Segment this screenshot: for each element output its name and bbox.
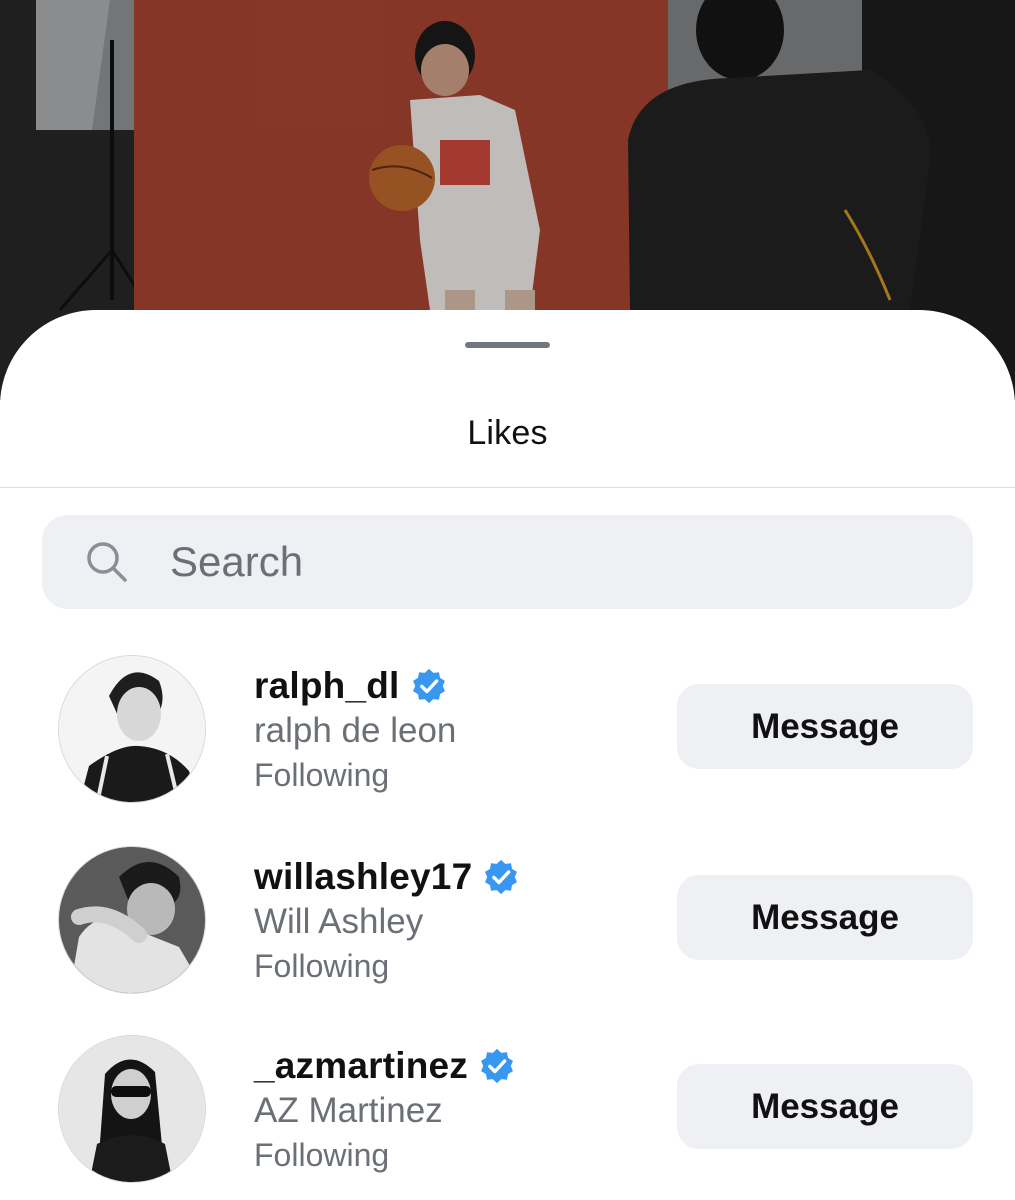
avatar[interactable] xyxy=(58,846,206,994)
username[interactable]: willashley17 xyxy=(254,856,472,898)
message-button[interactable]: Message xyxy=(677,875,973,960)
message-button[interactable]: Message xyxy=(677,684,973,769)
full-name: AZ Martinez xyxy=(254,1091,443,1130)
likes-sheet: Likes ralph_dl ralph de xyxy=(0,310,1015,1200)
follow-status: Following xyxy=(254,1137,390,1173)
search-icon xyxy=(87,542,127,582)
verified-badge-icon xyxy=(481,1048,513,1084)
like-row[interactable]: _azmartinez AZ Martinez Following Messag… xyxy=(0,1035,1015,1195)
avatar[interactable] xyxy=(58,655,206,803)
follow-status: Following xyxy=(254,948,390,984)
username-line: ralph_dl xyxy=(254,661,448,711)
username[interactable]: ralph_dl xyxy=(254,665,400,707)
full-name: Will Ashley xyxy=(254,902,424,941)
full-name: ralph de leon xyxy=(254,711,457,750)
username-line: willashley17 xyxy=(254,852,520,902)
username-line: _azmartinez xyxy=(254,1041,516,1091)
avatar[interactable] xyxy=(58,1035,206,1183)
like-row[interactable]: ralph_dl ralph de leon Following Message xyxy=(0,655,1015,815)
verified-badge-icon xyxy=(485,859,518,895)
search-bar[interactable] xyxy=(42,515,973,609)
message-button[interactable]: Message xyxy=(677,1064,973,1149)
divider xyxy=(0,487,1015,488)
follow-status: Following xyxy=(254,757,390,793)
like-row[interactable]: willashley17 Will Ashley Following Messa… xyxy=(0,846,1015,1006)
sheet-title: Likes xyxy=(467,414,548,452)
verified-badge-icon xyxy=(412,668,445,704)
sheet-drag-handle[interactable] xyxy=(465,342,550,348)
search-input[interactable] xyxy=(170,533,930,591)
username[interactable]: _azmartinez xyxy=(254,1045,468,1087)
